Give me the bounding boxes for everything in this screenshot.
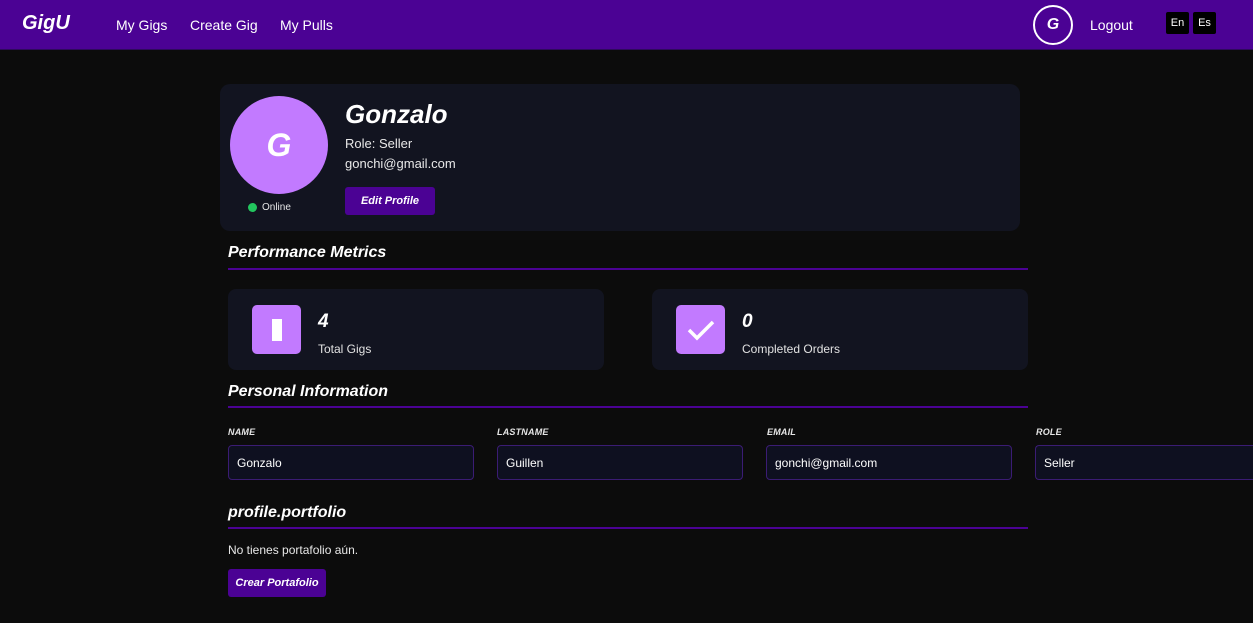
metric-card-completed-orders: 0 Completed Orders — [652, 289, 1028, 370]
profile-email: gonchi@gmail.com — [345, 156, 456, 171]
online-status-label: Online — [262, 202, 291, 213]
email-field[interactable] — [766, 445, 1012, 480]
lastname-label: LASTNAME — [497, 427, 549, 437]
lang-en-button[interactable]: En — [1166, 12, 1189, 34]
create-portfolio-button[interactable]: Crear Portafolio — [228, 569, 326, 597]
lastname-field[interactable] — [497, 445, 743, 480]
role-field[interactable] — [1035, 445, 1253, 480]
gig-icon — [252, 305, 301, 354]
metric-label: Completed Orders — [742, 342, 841, 356]
profile-avatar: G — [230, 96, 328, 194]
section-divider — [228, 268, 1028, 270]
metric-value: 0 — [742, 311, 753, 332]
nav-my-gigs[interactable]: My Gigs — [116, 17, 167, 33]
online-status: Online — [248, 202, 291, 213]
metric-value: 4 — [318, 311, 329, 332]
nav-my-pulls[interactable]: My Pulls — [280, 17, 333, 33]
brand-logo[interactable]: GigU — [22, 12, 70, 35]
profile-role: Role: Seller — [345, 136, 413, 151]
online-dot-icon — [248, 203, 257, 212]
profile-name: Gonzalo — [345, 99, 448, 129]
profile-card: G Online Gonzalo Role: Seller gonchi@gma… — [220, 84, 1020, 231]
portfolio-empty-text: No tienes portafolio aún. — [228, 543, 359, 557]
name-field[interactable] — [228, 445, 474, 480]
lang-es-button[interactable]: Es — [1193, 12, 1216, 34]
logout-link[interactable]: Logout — [1090, 17, 1133, 33]
portfolio-title: profile.portfolio — [228, 504, 347, 521]
name-label: NAME — [228, 427, 256, 437]
metric-card-total-gigs: 4 Total Gigs — [228, 289, 604, 370]
section-divider — [228, 406, 1028, 408]
email-label: EMAIL — [767, 427, 796, 437]
metric-label: Total Gigs — [318, 342, 372, 356]
edit-profile-button[interactable]: Edit Profile — [345, 187, 435, 215]
performance-metrics-title: Performance Metrics — [228, 244, 387, 261]
check-icon — [676, 305, 725, 354]
user-avatar-button[interactable]: G — [1033, 5, 1073, 45]
role-label: ROLE — [1036, 427, 1062, 437]
personal-info-title: Personal Information — [228, 383, 389, 400]
navbar: GigU My Gigs Create Gig My Pulls G Logou… — [0, 0, 1253, 50]
nav-create-gig[interactable]: Create Gig — [190, 17, 258, 33]
section-divider — [228, 527, 1028, 529]
